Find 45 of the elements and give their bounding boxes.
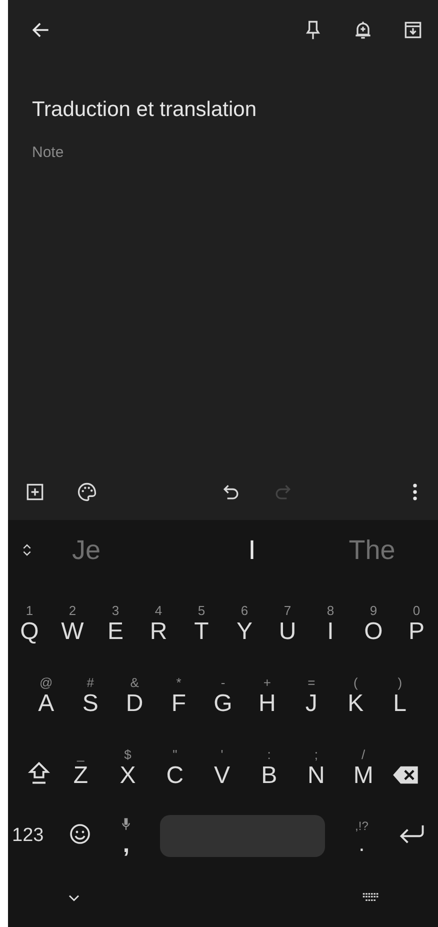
keyboard-key[interactable]: - G (204, 675, 241, 718)
keyboard-key[interactable]: 4 R (140, 603, 176, 646)
enter-icon[interactable] (398, 823, 426, 845)
keyboard-key[interactable]: ( K (338, 675, 374, 718)
keyboard-key[interactable]: * F (160, 675, 197, 718)
chevron-down-icon[interactable] (68, 894, 80, 902)
add-box-icon[interactable] (24, 481, 46, 503)
keyboard-key[interactable]: ' V (204, 747, 240, 790)
shift-icon[interactable] (26, 760, 52, 786)
backspace-icon[interactable] (392, 764, 420, 786)
keyboard-key[interactable]: + H (249, 675, 286, 718)
microphone-icon[interactable] (121, 817, 132, 831)
emoji-icon[interactable] (68, 822, 92, 846)
keyboard-key[interactable]: 8 I (312, 603, 348, 646)
keyboard-key[interactable]: 1 Q (12, 603, 48, 646)
comma-key[interactable]: , (116, 835, 136, 855)
archive-icon[interactable] (402, 19, 424, 41)
keyboard-key[interactable]: 5 T (184, 603, 220, 646)
palette-icon[interactable] (76, 481, 98, 503)
keyboard-key[interactable]: / M (345, 747, 382, 790)
keyboard-key[interactable]: = J (293, 675, 330, 718)
keyboard-key[interactable]: 7 U (270, 603, 306, 646)
keyboard-key[interactable]: 2 W (54, 603, 90, 646)
suggestion[interactable]: The (312, 534, 432, 566)
keyboard-key[interactable]: $ X (110, 747, 146, 790)
keyboard-key[interactable]: : B (251, 747, 288, 790)
keyboard-key[interactable]: " C (156, 747, 193, 790)
suggestion[interactable]: Je (72, 534, 192, 566)
keyboard-key[interactable]: 9 O (356, 603, 392, 646)
period-key[interactable]: ,!? . (350, 818, 374, 854)
suggestion[interactable]: I (192, 534, 312, 566)
keyboard-key[interactable]: ) L (382, 675, 418, 718)
keyboard-key[interactable]: 0 P (398, 603, 434, 646)
keyboard-key[interactable]: # S (72, 675, 108, 718)
keyboard-key[interactable]: 3 E (98, 603, 134, 646)
note-body-field[interactable]: Note (32, 144, 232, 161)
symbols-key[interactable]: 123 (12, 825, 44, 847)
expand-icon[interactable] (22, 543, 32, 557)
keyboard-key[interactable]: ; N (298, 747, 334, 790)
keyboard-key[interactable]: @ A (28, 675, 64, 718)
keyboard-icon[interactable] (362, 893, 380, 902)
note-title[interactable]: Traduction et translation (8, 60, 438, 122)
keyboard-key[interactable]: _ Z (62, 747, 99, 790)
keyboard-key[interactable]: 6 Y (226, 603, 262, 646)
keyboard-key[interactable]: & D (116, 675, 153, 718)
